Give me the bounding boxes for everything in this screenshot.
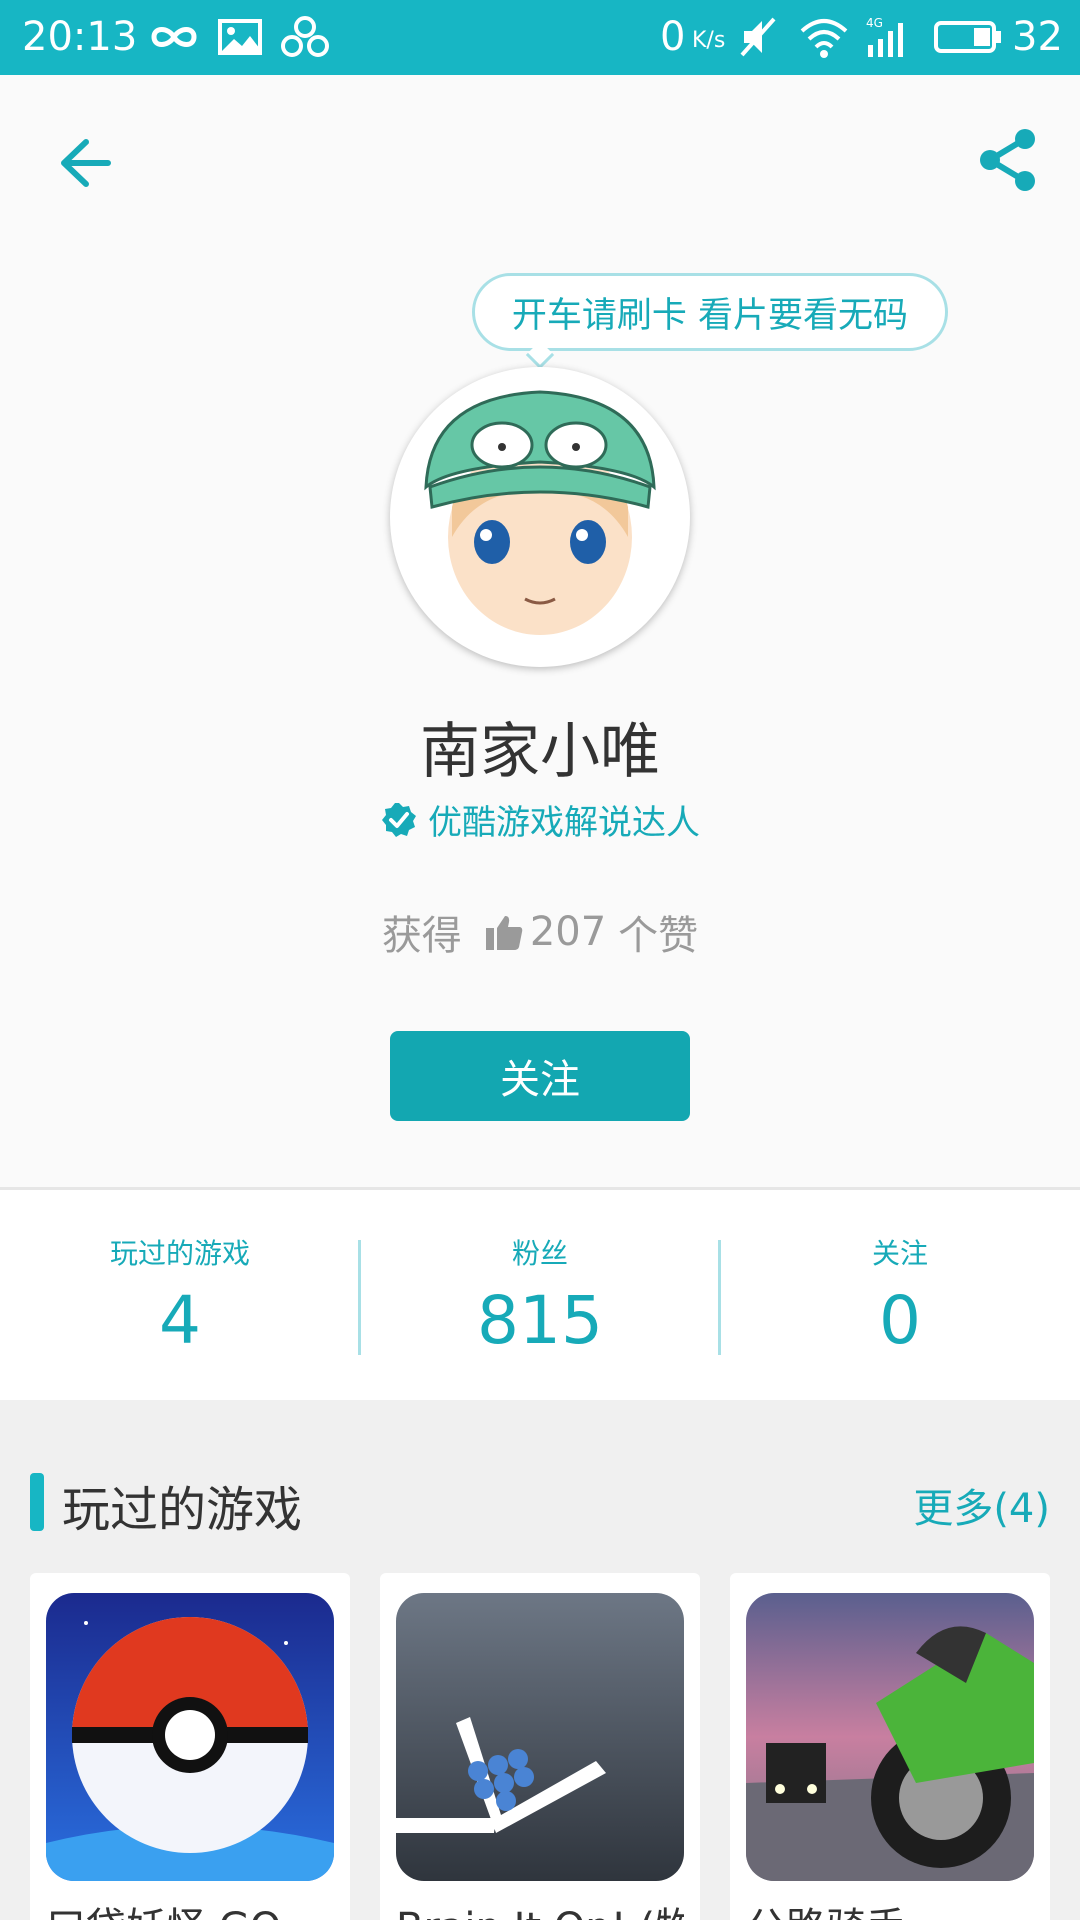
avatar[interactable] <box>390 367 690 667</box>
cloud-sync-icon <box>280 14 330 60</box>
game-name: 口袋妖怪 GO <box>46 1895 334 1920</box>
avatar-illustration <box>424 390 656 635</box>
mute-icon <box>738 14 778 60</box>
section-marker <box>30 1473 44 1531</box>
infinity-icon <box>148 14 200 60</box>
stat-games-played[interactable]: 玩过的游戏 4 <box>0 1190 360 1359</box>
back-button[interactable] <box>52 130 118 196</box>
games-section: 玩过的游戏 更多(4) 口袋妖怪 GO <box>0 1400 1080 1920</box>
user-name: 南家小唯 <box>420 717 660 787</box>
likes-prefix: 获得 <box>381 913 462 959</box>
net-speed: 0 <box>660 14 686 60</box>
gallery-icon <box>218 14 262 60</box>
pokemon-go-icon <box>46 1593 334 1881</box>
share-button[interactable] <box>975 125 1041 195</box>
verified-badge-row: 优酷游戏解说达人 <box>0 795 1080 844</box>
stat-fans[interactable]: 粉丝 815 <box>360 1190 720 1359</box>
game-card[interactable]: 公路骑手 <box>730 1573 1050 1920</box>
brain-it-on-icon <box>396 1593 684 1881</box>
stat-label: 关注 <box>871 1237 928 1270</box>
signature-bubble: 开车请刷卡 看片要看无码 <box>472 273 948 351</box>
stat-label: 玩过的游戏 <box>109 1237 250 1270</box>
battery-level: 32 <box>1012 14 1063 60</box>
game-name: Brain It On! (物理 <box>396 1895 684 1920</box>
section-title: 玩过的游戏 <box>62 1482 303 1538</box>
svg-text:4G: 4G <box>866 16 883 30</box>
status-time: 20:13 <box>22 14 138 60</box>
likes-count: 207 <box>529 909 607 955</box>
thumbs-up-icon <box>485 916 523 950</box>
game-name: 公路骑手 <box>746 1895 1034 1920</box>
battery-icon <box>934 14 1002 60</box>
traffic-rider-icon <box>746 1593 1034 1881</box>
signal-4g-icon: 4G <box>864 14 912 60</box>
game-card[interactable]: Brain It On! (物理 <box>380 1573 700 1920</box>
stat-value: 0 <box>879 1282 921 1359</box>
stat-following[interactable]: 关注 0 <box>720 1190 1080 1359</box>
verified-title: 优酷游戏解说达人 <box>428 803 700 843</box>
back-arrow-icon <box>61 139 111 187</box>
stat-value: 815 <box>477 1282 603 1359</box>
verified-icon <box>382 802 416 837</box>
likes-suffix: 个赞 <box>618 913 699 959</box>
game-card[interactable]: 口袋妖怪 GO <box>30 1573 350 1920</box>
net-speed-unit: K/s <box>692 28 726 53</box>
stat-value: 4 <box>159 1282 201 1359</box>
profile-header: 开车请刷卡 看片要看无码 南家小唯 优酷游戏解说达人 获得 207 个赞 关注 <box>0 75 1080 1187</box>
share-icon <box>980 129 1035 191</box>
stats-bar: 玩过的游戏 4 粉丝 815 关注 0 <box>0 1187 1080 1400</box>
stat-label: 粉丝 <box>511 1237 568 1270</box>
wifi-icon <box>798 14 850 60</box>
likes-row: 获得 207 个赞 <box>0 903 1080 961</box>
follow-button[interactable]: 关注 <box>390 1031 690 1121</box>
more-games-link[interactable]: 更多(4) <box>913 1476 1050 1534</box>
status-bar: 20:13 0 K/s 4G 32 <box>0 0 1080 75</box>
